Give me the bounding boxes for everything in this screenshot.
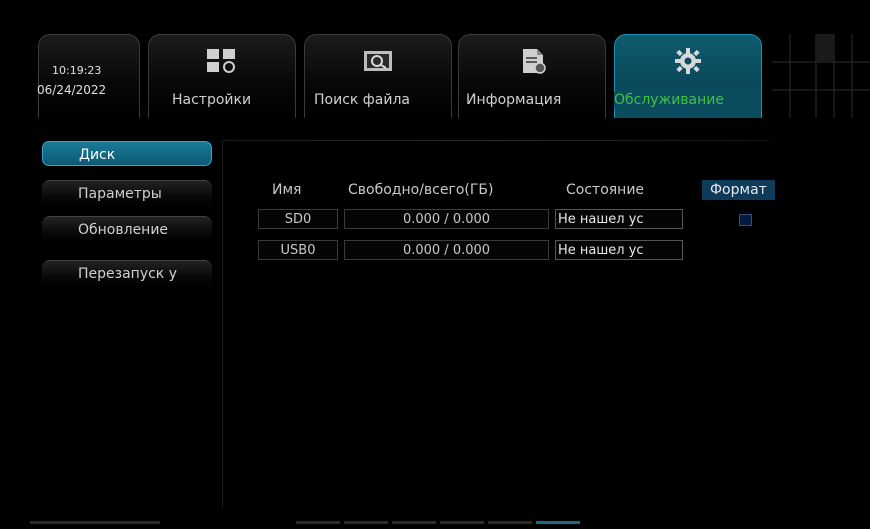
- sidebar-item-restart[interactable]: Перезапуск у: [42, 260, 212, 286]
- content-top-divider: [222, 140, 770, 141]
- bottom-bar-segment: [440, 521, 484, 524]
- dvr-screen: 10:19:23 06/24/2022 Настройки Поиск файл…: [0, 0, 870, 529]
- decorative-grid: [772, 34, 870, 118]
- disk-status-cell: Не нашел ус: [555, 209, 683, 229]
- column-header-status: Состояние: [566, 182, 645, 198]
- bottom-bar-segment: [30, 521, 160, 524]
- sidebar-item-parameters[interactable]: Параметры: [42, 180, 212, 206]
- sidebar-item-disk[interactable]: Диск: [42, 141, 212, 166]
- bottom-bar-segment: [344, 521, 388, 524]
- sidebar-item-parameters-label: Параметры: [78, 186, 162, 202]
- column-header-format: Формат: [702, 180, 775, 200]
- sidebar-item-update[interactable]: Обновление: [42, 216, 212, 242]
- bottom-bar-segment-active: [536, 521, 580, 524]
- disk-status-cell: Не нашел ус: [555, 240, 683, 260]
- tab-information-label[interactable]: Информация: [466, 92, 561, 108]
- format-checkbox[interactable]: [739, 214, 752, 226]
- disk-space-cell: 0.000 / 0.000: [344, 209, 549, 229]
- info-document-icon: [523, 49, 546, 74]
- column-header-name: Имя: [272, 182, 302, 198]
- gear-icon: [675, 48, 701, 74]
- tab-file-search-label[interactable]: Поиск файла: [314, 92, 410, 108]
- bottom-bar-segment: [296, 521, 340, 524]
- disk-name-cell: USB0: [258, 240, 338, 260]
- sidebar-item-restart-label: Перезапуск у: [78, 266, 177, 282]
- tab-maintenance-label[interactable]: Обслуживание: [614, 92, 724, 108]
- settings-grid-icon: [207, 49, 235, 73]
- sidebar-item-update-label: Обновление: [78, 222, 169, 238]
- bottom-bar-segment: [488, 521, 532, 524]
- clock-date: 06/24/2022: [37, 83, 107, 97]
- column-header-space: Свободно/всего(ГБ): [348, 182, 494, 198]
- file-search-icon: [364, 51, 392, 71]
- bottom-bar-segment: [392, 521, 436, 524]
- sidebar-item-disk-label: Диск: [79, 147, 116, 163]
- disk-space-cell: 0.000 / 0.000: [344, 240, 549, 260]
- clock-time: 10:19:23: [52, 64, 102, 77]
- disk-name-cell: SD0: [258, 209, 338, 229]
- sidebar-divider: [222, 140, 223, 508]
- tab-settings-label[interactable]: Настройки: [172, 92, 251, 108]
